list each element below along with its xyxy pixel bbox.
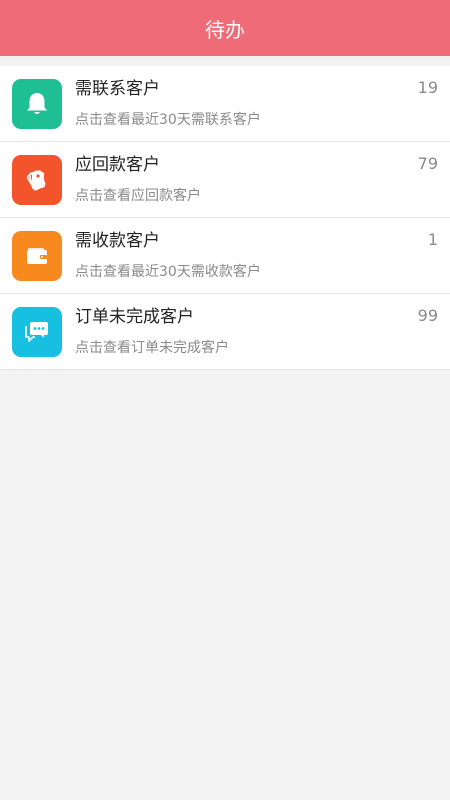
- item-subtitle: 点击查看最近30天需联系客户: [75, 111, 261, 128]
- item-title: 订单未完成客户: [75, 306, 194, 327]
- chat-icon: [12, 306, 62, 357]
- item-subtitle: 点击查看订单未完成客户: [75, 339, 229, 356]
- tags-icon: [12, 154, 62, 205]
- item-count: 1: [427, 230, 438, 249]
- wallet-icon: [12, 230, 62, 281]
- todo-list: 需联系客户 点击查看最近30天需联系客户 19 应回款客户 点击查看应回款客户 …: [0, 66, 450, 370]
- item-count: 99: [417, 306, 438, 325]
- app-header: 待办: [0, 0, 450, 56]
- item-subtitle: 点击查看应回款客户: [75, 187, 201, 204]
- item-count: 79: [417, 154, 438, 173]
- bell-icon: [12, 78, 62, 129]
- item-title: 需联系客户: [75, 78, 160, 99]
- list-item-contact-customers[interactable]: 需联系客户 点击查看最近30天需联系客户 19: [0, 66, 450, 142]
- page-title: 待办: [205, 17, 245, 42]
- item-subtitle: 点击查看最近30天需收款客户: [75, 263, 261, 280]
- item-count: 19: [417, 78, 438, 97]
- list-item-unfinished-orders[interactable]: 订单未完成客户 点击查看订单未完成客户 99: [0, 294, 450, 370]
- item-title: 应回款客户: [75, 154, 160, 175]
- list-item-receivable-customers[interactable]: 应回款客户 点击查看应回款客户 79: [0, 142, 450, 218]
- item-title: 需收款客户: [75, 230, 160, 251]
- list-item-collect-customers[interactable]: 需收款客户 点击查看最近30天需收款客户 1: [0, 218, 450, 294]
